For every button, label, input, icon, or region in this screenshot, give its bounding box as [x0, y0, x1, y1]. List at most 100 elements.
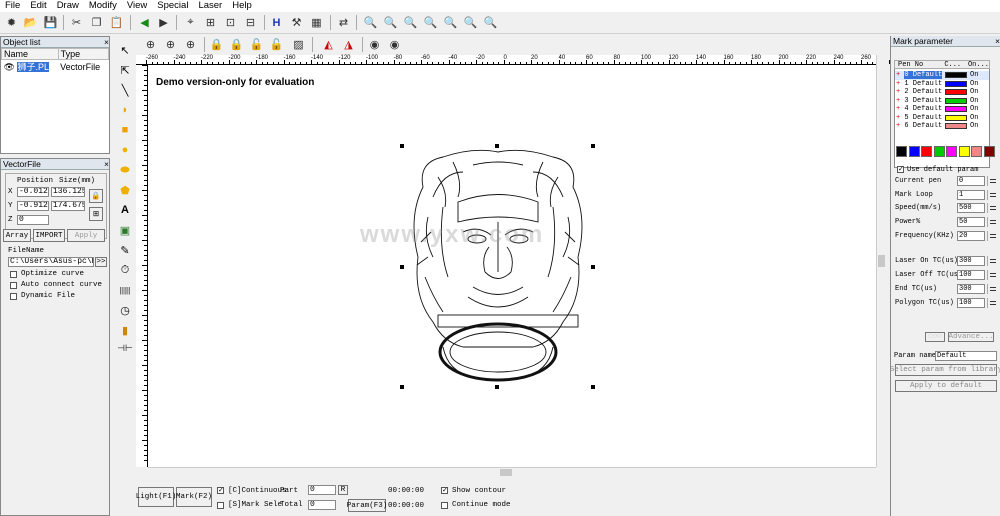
- tools-icon[interactable]: ⚒: [288, 14, 305, 31]
- reset-button[interactable]: R: [338, 485, 348, 495]
- param-value-field[interactable]: 1: [957, 190, 985, 200]
- copy-icon[interactable]: ❐: [88, 14, 105, 31]
- pen-col-no[interactable]: Pen No: [895, 61, 944, 69]
- menu-item-modify[interactable]: Modify: [84, 0, 122, 12]
- vector-file-icon[interactable]: ✎: [117, 242, 133, 258]
- open-folder-icon[interactable]: 📂: [22, 14, 39, 31]
- menu-item-laser[interactable]: Laser: [193, 0, 227, 12]
- mirror-vertical-icon[interactable]: ◮: [340, 36, 357, 53]
- align-left-icon[interactable]: ⊕: [162, 36, 179, 53]
- lock-object-icon[interactable]: 🔒: [208, 36, 225, 53]
- color-swatch[interactable]: [971, 146, 982, 157]
- param-name-field[interactable]: Default: [935, 351, 997, 361]
- menu-item-edit[interactable]: Edit: [25, 0, 51, 12]
- spin-control[interactable]: [987, 176, 997, 186]
- curve-icon[interactable]: ◗: [117, 102, 133, 118]
- select-arrow-icon[interactable]: ↖: [117, 42, 133, 58]
- pen-row[interactable]: + 6 Default On: [895, 122, 989, 131]
- param-value-field[interactable]: 50: [957, 217, 985, 227]
- selection-handle[interactable]: [591, 265, 595, 269]
- advance-button[interactable]: Advance...: [948, 332, 994, 342]
- save-icon[interactable]: 💾: [42, 14, 59, 31]
- convert-icon[interactable]: ⇄: [335, 14, 352, 31]
- select-param-library-button[interactable]: Select param from library: [890, 364, 1000, 376]
- zoom-out-icon[interactable]: 🔍: [402, 14, 419, 31]
- pen-row[interactable]: + 5 Default On: [895, 114, 989, 123]
- menu-item-special[interactable]: Special: [152, 0, 193, 12]
- spin-control[interactable]: [987, 298, 997, 308]
- spin-control[interactable]: [987, 231, 997, 241]
- pen-color-swatch[interactable]: [945, 89, 967, 96]
- color-swatch[interactable]: [896, 146, 907, 157]
- selection-handle[interactable]: [400, 144, 404, 148]
- spin-control[interactable]: [987, 217, 997, 227]
- lock-all-icon[interactable]: 🔒: [228, 36, 245, 53]
- pen-color-swatch[interactable]: [945, 80, 967, 87]
- paste-icon[interactable]: 📋: [108, 14, 125, 31]
- undo-icon[interactable]: ◀: [136, 14, 153, 31]
- z-position-field[interactable]: 0: [17, 215, 49, 225]
- pen-color-swatch[interactable]: [945, 123, 967, 130]
- color-swatch[interactable]: [908, 146, 920, 157]
- light-button[interactable]: Light(F1): [136, 487, 176, 507]
- hatch-icon[interactable]: H: [268, 14, 285, 31]
- array-button[interactable]: Array: [3, 229, 31, 242]
- param-value-field[interactable]: 0: [957, 176, 985, 186]
- param-value-field[interactable]: 100: [957, 298, 985, 308]
- horizontal-scrollbar[interactable]: [148, 467, 876, 477]
- y-size-field[interactable]: 174.675: [51, 201, 85, 211]
- apply-to-default-button[interactable]: Apply to default: [895, 380, 997, 392]
- auto-connect-checkbox[interactable]: [10, 282, 17, 289]
- timer-icon[interactable]: ⏱: [117, 262, 133, 278]
- spin-control[interactable]: [987, 190, 997, 200]
- pen-col-color[interactable]: C...: [944, 61, 968, 69]
- col-name[interactable]: Name: [1, 48, 59, 60]
- part-field[interactable]: 0: [308, 485, 336, 495]
- align-center-icon[interactable]: ⊕: [142, 36, 159, 53]
- unlock-all-icon[interactable]: 🔓: [268, 36, 285, 53]
- text-icon[interactable]: A: [117, 202, 133, 218]
- close-icon[interactable]: ×: [995, 36, 1000, 46]
- layer-icon[interactable]: ▨: [290, 36, 307, 53]
- view-eye-icon[interactable]: ◉: [366, 36, 383, 53]
- node-edit-icon[interactable]: ⌖: [182, 14, 199, 31]
- barcode-icon[interactable]: |||||: [117, 282, 133, 298]
- mark-selected-checkbox[interactable]: [217, 502, 224, 509]
- scroll-thumb[interactable]: [500, 469, 512, 476]
- pen-color-swatch[interactable]: [945, 72, 967, 79]
- close-icon[interactable]: ×: [104, 37, 109, 47]
- grid-icon[interactable]: ▦: [308, 14, 325, 31]
- scroll-thumb[interactable]: [878, 255, 885, 267]
- pen-color-swatch[interactable]: [945, 106, 967, 113]
- unlock-icon[interactable]: 🔓: [248, 36, 265, 53]
- select-all-icon[interactable]: ⊞: [202, 14, 219, 31]
- pen-color-swatch[interactable]: [945, 97, 967, 104]
- param-value-field[interactable]: 300: [957, 256, 985, 266]
- selection-handle[interactable]: [495, 144, 499, 148]
- zoom-icon[interactable]: 🔍: [362, 14, 379, 31]
- total-field[interactable]: 0: [308, 500, 336, 510]
- continue-mode-checkbox[interactable]: [441, 502, 448, 509]
- new-file-icon[interactable]: ✹: [3, 14, 20, 31]
- cut-icon[interactable]: ✂: [68, 14, 85, 31]
- color-swatch[interactable]: [921, 146, 932, 157]
- close-icon[interactable]: ×: [104, 159, 109, 169]
- anchor-button[interactable]: ⊞: [89, 207, 103, 221]
- y-position-field[interactable]: -0.912: [17, 201, 49, 211]
- param-value-field[interactable]: 20: [957, 231, 985, 241]
- redo-icon[interactable]: ▶: [155, 14, 172, 31]
- spin-control[interactable]: [987, 203, 997, 213]
- dynamic-file-checkbox[interactable]: [10, 293, 17, 300]
- lock-ratio-button[interactable]: 🔒: [89, 189, 103, 203]
- bitmap-icon[interactable]: ▣: [117, 222, 133, 238]
- pen-row[interactable]: + 0 Default On: [895, 71, 989, 80]
- selection-handle[interactable]: [400, 265, 404, 269]
- continuous-checkbox[interactable]: ✓: [217, 487, 224, 494]
- zoom-in-icon[interactable]: 🔍: [382, 14, 399, 31]
- node-arrow-icon[interactable]: ⇱: [117, 62, 133, 78]
- circle-icon[interactable]: ●: [117, 142, 133, 158]
- apply-button[interactable]: Apply: [67, 229, 105, 242]
- encoder-icon[interactable]: ⊣⊢: [117, 340, 133, 356]
- selection-handle[interactable]: [591, 144, 595, 148]
- color-swatch[interactable]: [983, 146, 995, 157]
